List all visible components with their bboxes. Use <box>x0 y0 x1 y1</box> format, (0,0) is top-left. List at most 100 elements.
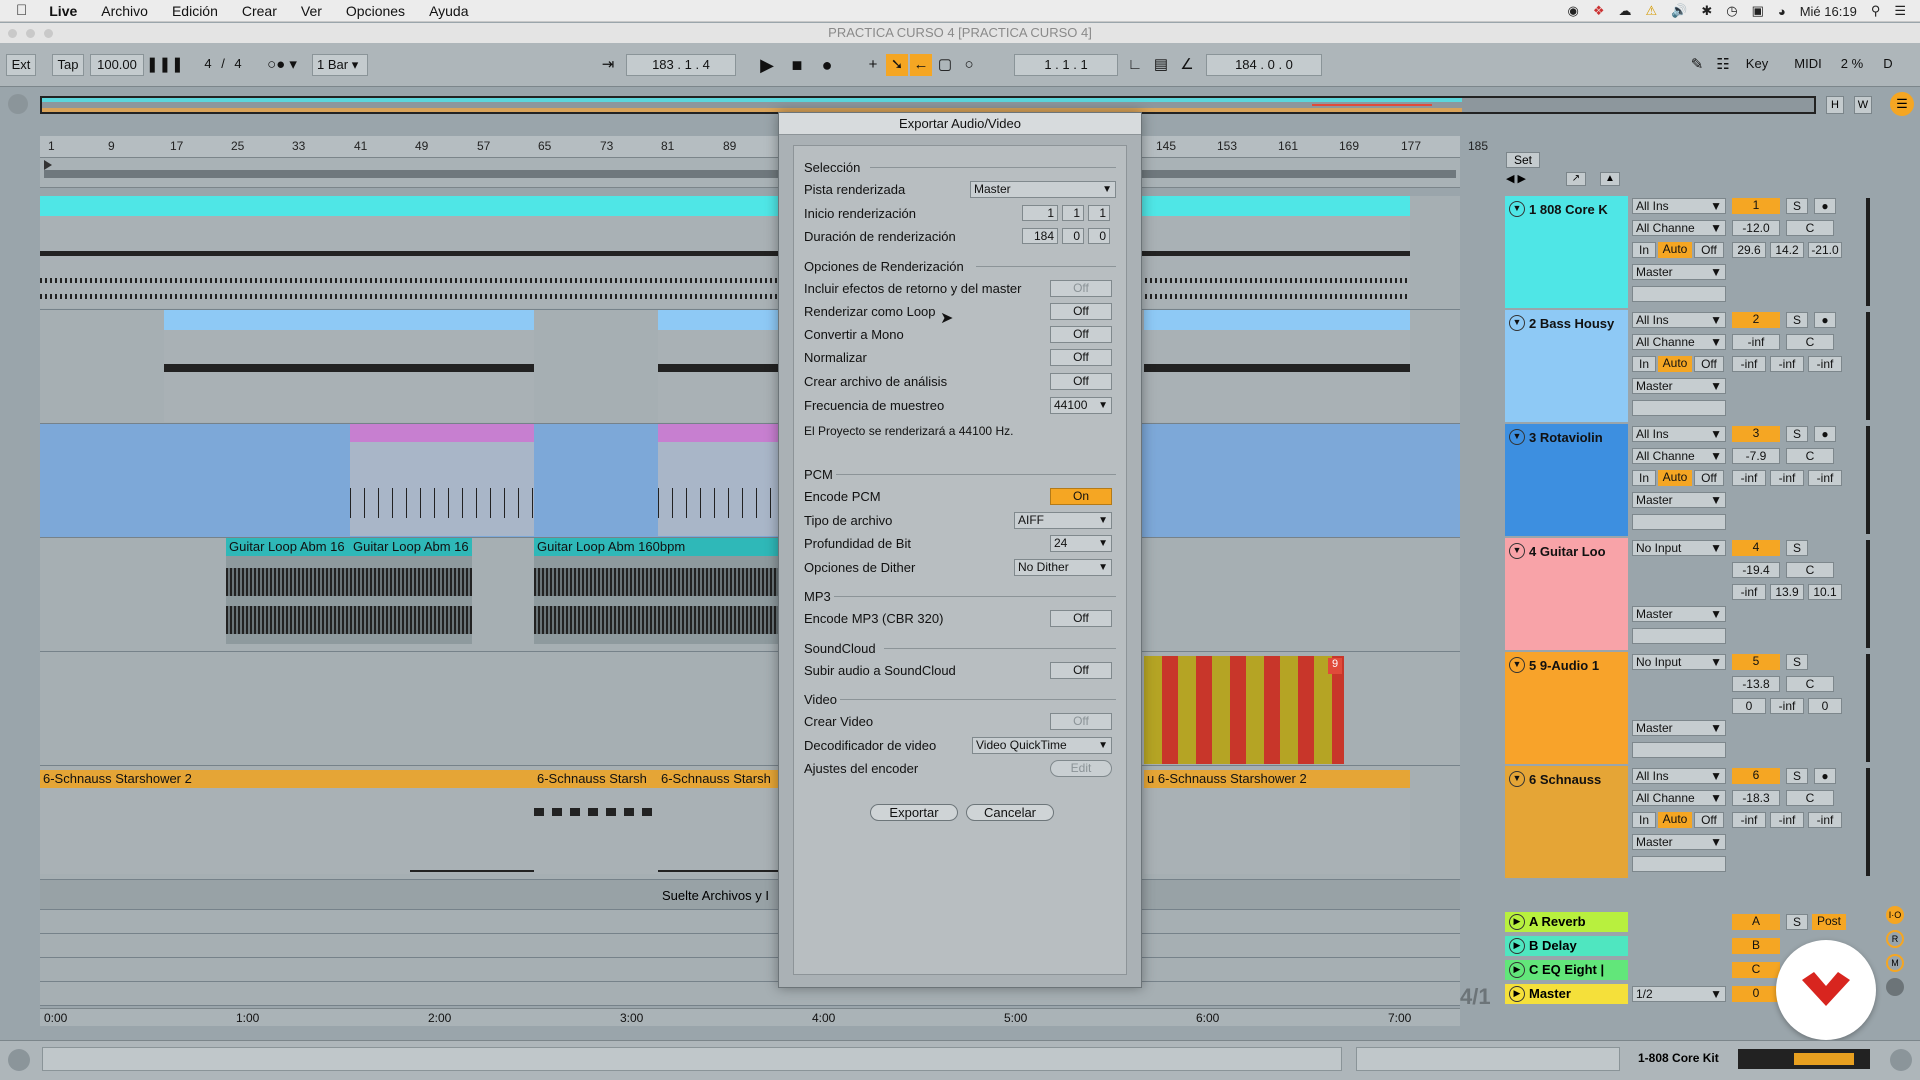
display-icon[interactable]: ▣ <box>1752 3 1764 19</box>
send-a-field[interactable]: 0 <box>1732 698 1766 714</box>
clip-guitar-2[interactable]: Guitar Loop Abm 16 <box>350 538 472 644</box>
output-channel-select[interactable] <box>1632 286 1726 302</box>
return-track-c[interactable]: ▶ C EQ Eight | <box>1505 960 1628 980</box>
loop-length-field[interactable]: 184 . 0 . 0 <box>1206 54 1322 76</box>
track-activator[interactable]: 4 <box>1732 540 1780 556</box>
monitor-auto-button[interactable]: Auto <box>1658 470 1692 486</box>
monitor-off-button[interactable]: Off <box>1694 470 1724 486</box>
master-output-select[interactable]: 1/2 ▼ <box>1632 986 1726 1002</box>
pan-field[interactable]: C <box>1786 676 1834 692</box>
input-type-select[interactable]: No Input ▼ <box>1632 540 1726 556</box>
return-a-solo[interactable]: S <box>1786 914 1808 930</box>
tipo-select[interactable]: AIFF ▼ <box>1014 512 1112 529</box>
track-activator[interactable]: 2 <box>1732 312 1780 328</box>
time-ruler[interactable]: 0:00 1:00 2:00 3:00 4:00 5:00 6:00 7:00 <box>40 1008 1460 1026</box>
track-lane-2[interactable] <box>40 310 1460 424</box>
pan-field[interactable]: C <box>1786 790 1834 806</box>
master-number[interactable]: 0 <box>1732 986 1780 1002</box>
clip-bass-1[interactable] <box>164 310 534 422</box>
loop-toggle[interactable]: Off <box>1050 303 1112 320</box>
computer-keyboard-icon[interactable]: ☷ <box>1712 54 1734 76</box>
send-b-field[interactable]: -inf <box>1770 812 1804 828</box>
info-toggle-icon[interactable] <box>8 1049 30 1071</box>
mono-toggle[interactable]: Off <box>1050 326 1112 343</box>
follow-icon[interactable]: ⇥ <box>594 54 622 76</box>
volume-field[interactable]: -inf <box>1732 334 1780 350</box>
drop-area[interactable]: Suelte Archivos y I <box>40 880 1460 910</box>
send-b-field[interactable]: 14.2 <box>1770 242 1804 258</box>
output-channel-select[interactable] <box>1632 514 1726 530</box>
expand-icon[interactable]: ↗ <box>1566 172 1586 186</box>
volume-icon[interactable]: 🔊 <box>1671 3 1687 19</box>
inicio-beat[interactable]: 1 <box>1062 205 1084 221</box>
solo-button[interactable]: S <box>1786 198 1808 214</box>
track-header-1[interactable]: ▼ 1 808 Core K <box>1505 196 1628 308</box>
track-lane-5[interactable]: 9 <box>40 652 1460 766</box>
input-type-select[interactable]: All Ins ▼ <box>1632 312 1726 328</box>
volume-field[interactable]: -12.0 <box>1732 220 1780 236</box>
pista-select[interactable]: Master ▼ <box>970 181 1116 198</box>
quantize-select[interactable]: 1 Bar ▾ <box>312 54 368 76</box>
menu-ver[interactable]: Ver <box>289 3 334 19</box>
solo-button[interactable]: S <box>1786 768 1808 784</box>
monitor-in-button[interactable]: In <box>1632 470 1656 486</box>
stop-button[interactable]: ■ <box>784 54 810 76</box>
output-select[interactable]: Master ▼ <box>1632 834 1726 850</box>
record-button[interactable]: ● <box>814 54 840 76</box>
output-select[interactable]: Master ▼ <box>1632 720 1726 736</box>
session-record-icon[interactable]: ▢ <box>934 54 956 76</box>
tap-tempo-button[interactable]: Tap <box>52 54 84 76</box>
clip-schnauss-3[interactable]: 6-Schnauss Starsh <box>658 770 778 874</box>
clip-bass-3[interactable] <box>1144 310 1410 422</box>
menu-opciones[interactable]: Opciones <box>334 3 417 19</box>
arm-button[interactable]: ● <box>1814 198 1836 214</box>
clip-audio-1[interactable]: 9 <box>1144 656 1344 764</box>
send-b-field[interactable]: -inf <box>1770 698 1804 714</box>
pan-field[interactable]: C <box>1786 448 1834 464</box>
track-header-6[interactable]: ▼ 6 Schnauss <box>1505 766 1628 878</box>
monitor-auto-button[interactable]: Auto <box>1658 242 1692 258</box>
clip-rotaviolin-1[interactable] <box>350 424 534 536</box>
send-b-field[interactable]: -inf <box>1770 470 1804 486</box>
loop-brace-bar[interactable] <box>40 158 1460 188</box>
metronome-icon[interactable]: ○● ▾ <box>260 54 304 76</box>
return-play-icon[interactable]: ▶ <box>1509 962 1525 978</box>
send-a-field[interactable]: 29.6 <box>1732 242 1766 258</box>
volume-field[interactable]: -7.9 <box>1732 448 1780 464</box>
output-select[interactable]: Master ▼ <box>1632 606 1726 622</box>
midi-map-button[interactable]: MIDI <box>1788 54 1828 76</box>
clip-808-core-kit[interactable] <box>40 196 1410 308</box>
output-channel-select[interactable] <box>1632 742 1726 758</box>
close-window-button[interactable] <box>8 29 17 38</box>
arm-button[interactable]: ● <box>1814 312 1836 328</box>
track-lane-1[interactable] <box>40 196 1460 310</box>
inicio-bar[interactable]: 1 <box>1022 205 1058 221</box>
return-lane-a[interactable] <box>40 910 1460 934</box>
key-map-button[interactable]: Key <box>1740 54 1774 76</box>
cancelar-button[interactable]: Cancelar <box>966 804 1054 821</box>
track-header-2[interactable]: ▼ 2 Bass Housy <box>1505 310 1628 422</box>
monitor-auto-button[interactable]: Auto <box>1658 356 1692 372</box>
dither-select[interactable]: No Dither ▼ <box>1014 559 1112 576</box>
send-c-field[interactable]: -inf <box>1808 812 1842 828</box>
monitor-in-button[interactable]: In <box>1632 812 1656 828</box>
locator-nav-icon[interactable]: ◀ ▶ <box>1506 172 1540 186</box>
encode-pcm-toggle[interactable]: On <box>1050 488 1112 505</box>
master-lane[interactable] <box>40 982 1460 1006</box>
send-a-field[interactable]: -inf <box>1732 470 1766 486</box>
track-activator[interactable]: 5 <box>1732 654 1780 670</box>
track-fold-icon[interactable]: ▼ <box>1509 201 1525 217</box>
arm-button[interactable]: ● <box>1814 768 1836 784</box>
menu-ayuda[interactable]: Ayuda <box>417 3 480 19</box>
analisis-toggle[interactable]: Off <box>1050 373 1112 390</box>
monitor-in-button[interactable]: In <box>1632 356 1656 372</box>
duracion-beats[interactable]: 0 <box>1062 228 1084 244</box>
menu-app[interactable]: Live <box>37 3 89 19</box>
track-header-4[interactable]: ▼ 4 Guitar Loo <box>1505 538 1628 650</box>
minimize-window-button[interactable] <box>26 29 35 38</box>
solo-button[interactable]: S <box>1786 540 1808 556</box>
input-type-select[interactable]: All Ins ▼ <box>1632 198 1726 214</box>
track-fold-icon[interactable]: ▼ <box>1509 543 1525 559</box>
zoom-window-button[interactable] <box>44 29 53 38</box>
track-lane-4[interactable]: Guitar Loop Abm 16 Guitar Loop Abm 16 Gu… <box>40 538 1460 652</box>
